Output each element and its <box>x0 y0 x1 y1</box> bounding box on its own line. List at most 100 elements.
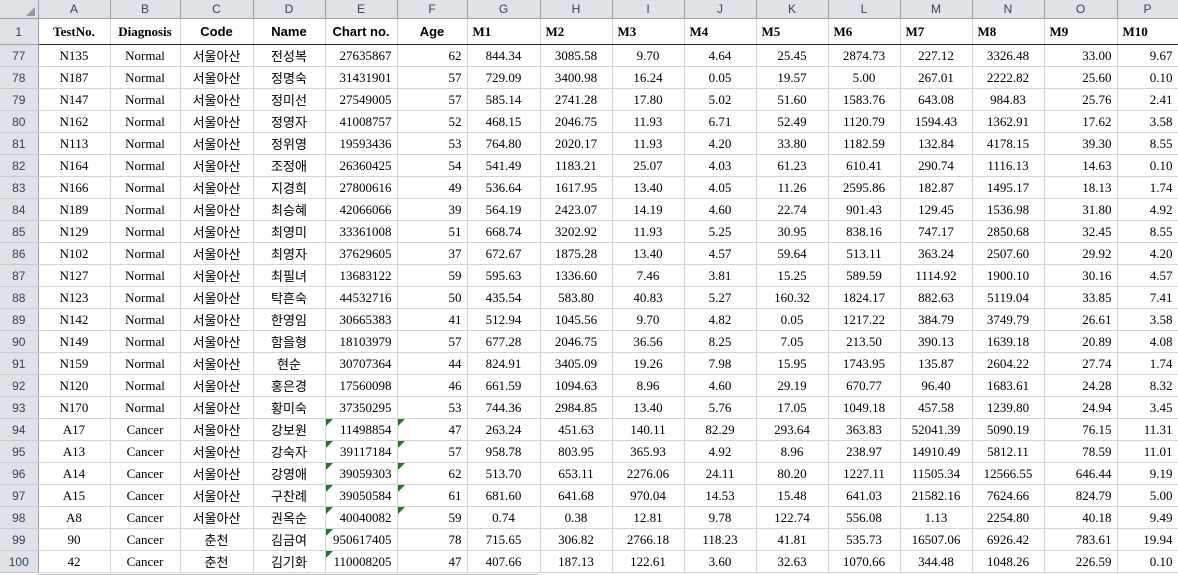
cell-age[interactable]: 54 <box>397 154 468 177</box>
cell-m10[interactable]: 0.10 <box>1117 550 1178 573</box>
cell-m4[interactable]: 8.25 <box>684 330 757 353</box>
cell-m4[interactable]: 4.03 <box>684 154 757 177</box>
cell-m3[interactable]: 16.24 <box>612 66 685 89</box>
cell-testno[interactable]: N102 <box>38 242 111 265</box>
field-header-m8[interactable]: M8 <box>972 18 1045 45</box>
row-header-1[interactable]: 1 <box>0 18 39 45</box>
cell-code[interactable]: 서울아산 <box>180 286 254 309</box>
cell-m2[interactable]: 2046.75 <box>540 110 613 133</box>
cell-m8[interactable]: 1900.10 <box>972 264 1045 287</box>
cell-age[interactable]: 57 <box>397 330 468 353</box>
cell-m10[interactable]: 8.32 <box>1117 374 1178 397</box>
cell-testno[interactable]: N170 <box>38 396 111 419</box>
select-all-corner[interactable] <box>0 0 39 19</box>
cell-testno[interactable]: N162 <box>38 110 111 133</box>
table-row[interactable]: 80 N162 Normal 서울아산 정영자 41008757 52 468.15 2046.… <box>0 110 1178 133</box>
cell-m10[interactable]: 4.20 <box>1117 242 1178 265</box>
cell-m8[interactable]: 6926.42 <box>972 528 1045 551</box>
cell-m1[interactable]: 844.34 <box>467 44 541 67</box>
cell-m7[interactable]: 747.17 <box>900 220 973 243</box>
cell-m3[interactable]: 19.26 <box>612 352 685 375</box>
cell-m5[interactable]: 0.05 <box>756 308 829 331</box>
row-header-85[interactable]: 85 <box>0 220 39 243</box>
cell-m1[interactable]: 824.91 <box>467 352 541 375</box>
cell-m5[interactable]: 51.60 <box>756 88 829 111</box>
cell-m3[interactable]: 36.56 <box>612 330 685 353</box>
cell-m2[interactable]: 3405.09 <box>540 352 613 375</box>
cell-m3[interactable]: 2276.06 <box>612 462 685 485</box>
cell-name[interactable]: 김기화 <box>253 550 326 573</box>
cell-m7[interactable]: 182.87 <box>900 176 973 199</box>
spreadsheet-grid[interactable]: ABCDEFGHIJKLMNOP 1 TestNo. Diagnosis Code Na… <box>0 0 1178 575</box>
cell-m1[interactable]: 672.67 <box>467 242 541 265</box>
table-row[interactable]: 92 N120 Normal 서울아산 홍은경 17560098 46 661.59 1094.… <box>0 374 1178 397</box>
cell-m5[interactable]: 7.05 <box>756 330 829 353</box>
cell-diagnosis[interactable]: Normal <box>110 154 181 177</box>
cell-code[interactable]: 서울아산 <box>180 264 254 287</box>
row-header-77[interactable]: 77 <box>0 44 39 67</box>
table-row[interactable]: 98 A8 Cancer 서울아산 권옥순 40040082 59 0.74 0.38 12.81… <box>0 506 1178 529</box>
cell-code[interactable]: 서울아산 <box>180 198 254 221</box>
cell-chart-no[interactable]: 30707364 <box>325 352 398 375</box>
cell-m3[interactable]: 40.83 <box>612 286 685 309</box>
cell-code[interactable]: 춘천 <box>180 528 254 551</box>
cell-m5[interactable]: 15.95 <box>756 352 829 375</box>
table-row[interactable]: 77 N135 Normal 서울아산 전성복 27635867 62 844.34 3085.… <box>0 44 1178 67</box>
column-header-f[interactable]: F <box>397 0 468 19</box>
row-header-96[interactable]: 96 <box>0 462 39 485</box>
cell-m2[interactable]: 2423.07 <box>540 198 613 221</box>
cell-m4[interactable]: 14.53 <box>684 484 757 507</box>
cell-m5[interactable]: 22.74 <box>756 198 829 221</box>
cell-m4[interactable]: 0.05 <box>684 66 757 89</box>
cell-m2[interactable]: 641.68 <box>540 484 613 507</box>
field-header-m4[interactable]: M4 <box>684 18 757 45</box>
cell-diagnosis[interactable]: Cancer <box>110 550 181 573</box>
cell-m5[interactable]: 30.95 <box>756 220 829 243</box>
cell-m1[interactable]: 435.54 <box>467 286 541 309</box>
cell-m2[interactable]: 2020.17 <box>540 132 613 155</box>
table-row[interactable]: 79 N147 Normal 서울아산 정미선 27549005 57 585.14 2741.… <box>0 88 1178 111</box>
cell-m9[interactable]: 25.76 <box>1044 88 1118 111</box>
cell-m8[interactable]: 2222.82 <box>972 66 1045 89</box>
cell-m9[interactable]: 33.00 <box>1044 44 1118 67</box>
cell-diagnosis[interactable]: Normal <box>110 374 181 397</box>
field-header-diagnosis[interactable]: Diagnosis <box>110 18 181 45</box>
cell-m4[interactable]: 3.60 <box>684 550 757 573</box>
cell-name[interactable]: 지경희 <box>253 176 326 199</box>
cell-m7[interactable]: 457.58 <box>900 396 973 419</box>
cell-m3[interactable]: 13.40 <box>612 242 685 265</box>
cell-m7[interactable]: 390.13 <box>900 330 973 353</box>
cell-m9[interactable]: 30.16 <box>1044 264 1118 287</box>
cell-chart-no[interactable]: 42066066 <box>325 198 398 221</box>
cell-age[interactable]: 47 <box>397 418 468 441</box>
cell-code[interactable]: 춘천 <box>180 550 254 573</box>
cell-testno[interactable]: N123 <box>38 286 111 309</box>
cell-code[interactable]: 서울아산 <box>180 440 254 463</box>
cell-m9[interactable]: 17.62 <box>1044 110 1118 133</box>
cell-m8[interactable]: 5090.19 <box>972 418 1045 441</box>
cell-diagnosis[interactable]: Normal <box>110 176 181 199</box>
cell-chart-no[interactable]: 27549005 <box>325 88 398 111</box>
cell-m4[interactable]: 5.25 <box>684 220 757 243</box>
cell-m5[interactable]: 33.80 <box>756 132 829 155</box>
cell-m2[interactable]: 1336.60 <box>540 264 613 287</box>
cell-m8[interactable]: 2850.68 <box>972 220 1045 243</box>
row-header-90[interactable]: 90 <box>0 330 39 353</box>
cell-m9[interactable]: 25.60 <box>1044 66 1118 89</box>
cell-m4[interactable]: 82.29 <box>684 418 757 441</box>
cell-m7[interactable]: 11505.34 <box>900 462 973 485</box>
cell-m10[interactable]: 7.41 <box>1117 286 1178 309</box>
cell-m9[interactable]: 20.89 <box>1044 330 1118 353</box>
cell-m3[interactable]: 7.46 <box>612 264 685 287</box>
row-header-99[interactable]: 99 <box>0 528 39 551</box>
cell-m2[interactable]: 653.11 <box>540 462 613 485</box>
cell-m10[interactable]: 9.67 <box>1117 44 1178 67</box>
cell-chart-no[interactable]: 40040082 <box>325 506 398 529</box>
cell-code[interactable]: 서울아산 <box>180 330 254 353</box>
cell-m4[interactable]: 7.98 <box>684 352 757 375</box>
cell-m5[interactable]: 8.96 <box>756 440 829 463</box>
cell-diagnosis[interactable]: Cancer <box>110 440 181 463</box>
cell-m7[interactable]: 267.01 <box>900 66 973 89</box>
cell-m7[interactable]: 14910.49 <box>900 440 973 463</box>
cell-m2[interactable]: 803.95 <box>540 440 613 463</box>
